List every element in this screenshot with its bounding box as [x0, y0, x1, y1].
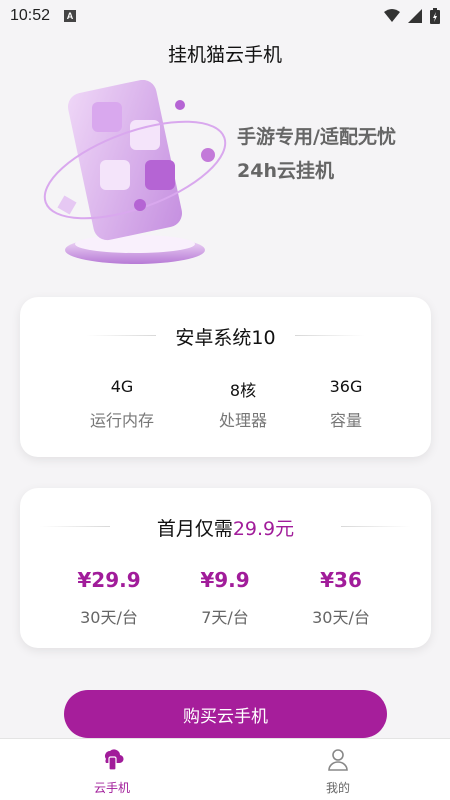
plan-price: ¥29.9: [77, 568, 141, 592]
cloud-phone-illustration: [43, 80, 227, 264]
bottom-tab-bar: 云手机 我的: [0, 738, 450, 800]
spec-value: 36G: [329, 377, 363, 396]
hero-slogan-line2: 24h云挂机: [237, 160, 334, 182]
spec-memory: 4G 运行内存: [72, 377, 172, 431]
hero-slogan-line1: 手游专用/适配无忧: [237, 126, 396, 148]
plan-item[interactable]: ¥29.9 30天/台: [54, 568, 164, 628]
plan-item[interactable]: ¥9.9 7天/台: [170, 568, 280, 628]
plan-period: 30天/台: [312, 608, 370, 627]
spec-value: 4G: [110, 377, 134, 396]
spec-processor: 8核 处理器: [193, 377, 293, 431]
hero-slogan: 手游专用/适配无忧 24h云挂机: [237, 120, 396, 188]
status-icons: [384, 8, 440, 24]
spec-label: 容量: [329, 411, 362, 430]
spec-label: 处理器: [218, 411, 267, 430]
page-title: 挂机猫云手机: [167, 44, 282, 66]
tab-label: 云手机: [93, 781, 130, 795]
plan-period: 30天/台: [80, 608, 138, 627]
title-divider-right: [295, 335, 365, 336]
wifi-icon: [384, 9, 400, 22]
status-time: 10:52: [10, 7, 51, 24]
title-divider-right: [341, 526, 411, 527]
spec-label: 运行内存: [89, 411, 154, 430]
spec-value: 8核: [229, 381, 257, 400]
status-bar: 10:52 A: [0, 0, 450, 32]
plan-item[interactable]: ¥36 30天/台: [286, 568, 396, 628]
battery-icon: [430, 8, 440, 24]
cloud-phone-icon: [105, 749, 124, 771]
price-title-prefix: 首月仅需: [156, 518, 233, 540]
notification-badge-icon: A: [64, 10, 77, 22]
buy-cloud-phone-button[interactable]: 购买云手机: [64, 690, 387, 738]
os-card-title: 安卓系统10: [175, 327, 276, 349]
tab-cloud-phone[interactable]: 云手机: [52, 739, 172, 800]
tab-mine[interactable]: 我的: [278, 739, 398, 800]
plan-period: 7天/台: [201, 608, 249, 627]
plan-price: ¥9.9: [200, 568, 250, 592]
price-card-title: 首月仅需29.9元: [20, 514, 431, 541]
os-spec-card: 安卓系统10 4G 运行内存 8核 处理器 36G 容量: [20, 297, 431, 457]
hero-banner: 手游专用/适配无忧 24h云挂机: [0, 80, 450, 280]
price-card: 首月仅需29.9元 ¥29.9 30天/台 ¥9.9 7天/台 ¥36 30天/…: [20, 488, 431, 648]
tab-label: 我的: [325, 781, 350, 795]
signal-icon: [408, 9, 422, 23]
price-title-amount: 29.9元: [232, 518, 295, 540]
spec-storage: 36G 容量: [296, 377, 396, 431]
plan-price: ¥36: [320, 568, 362, 592]
user-icon: [328, 749, 348, 771]
